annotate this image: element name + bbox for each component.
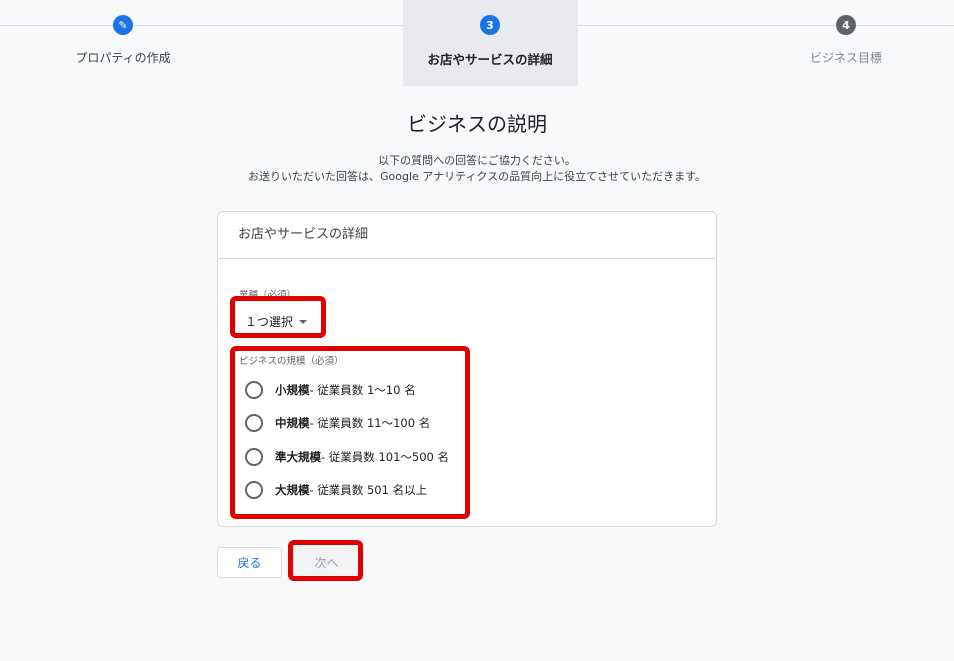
step-number-badge: 4	[836, 15, 856, 35]
step-label: ビジネス目標	[809, 51, 882, 65]
highlight-box-industry	[230, 296, 326, 338]
step-label: お店やサービスの詳細	[427, 52, 553, 67]
page-subtitle: お送りいただいた回答は、Google アナリティクスの品質向上に役立てさせていた…	[248, 170, 706, 183]
progress-stepper: ✎ プロパティの作成 3 お店やサービスの詳細 4 ビジネス目標	[0, 0, 954, 86]
highlight-box-size	[230, 346, 470, 519]
step-business-goals[interactable]: 4 ビジネス目標	[746, 15, 946, 66]
page-subtitle: 以下の質問への回答にご協力ください。	[378, 154, 576, 167]
card-header: お店やサービスの詳細	[218, 212, 716, 259]
pencil-icon: ✎	[113, 15, 133, 35]
step-number-badge: 3	[480, 15, 500, 35]
step-create-property[interactable]: ✎ プロパティの作成	[23, 15, 223, 66]
highlight-box-next	[288, 540, 363, 581]
step-label: プロパティの作成	[75, 51, 171, 65]
back-button[interactable]: 戻る	[217, 547, 282, 578]
step-business-details[interactable]: 3 お店やサービスの詳細	[390, 15, 590, 68]
page-title: ビジネスの説明	[407, 112, 547, 136]
